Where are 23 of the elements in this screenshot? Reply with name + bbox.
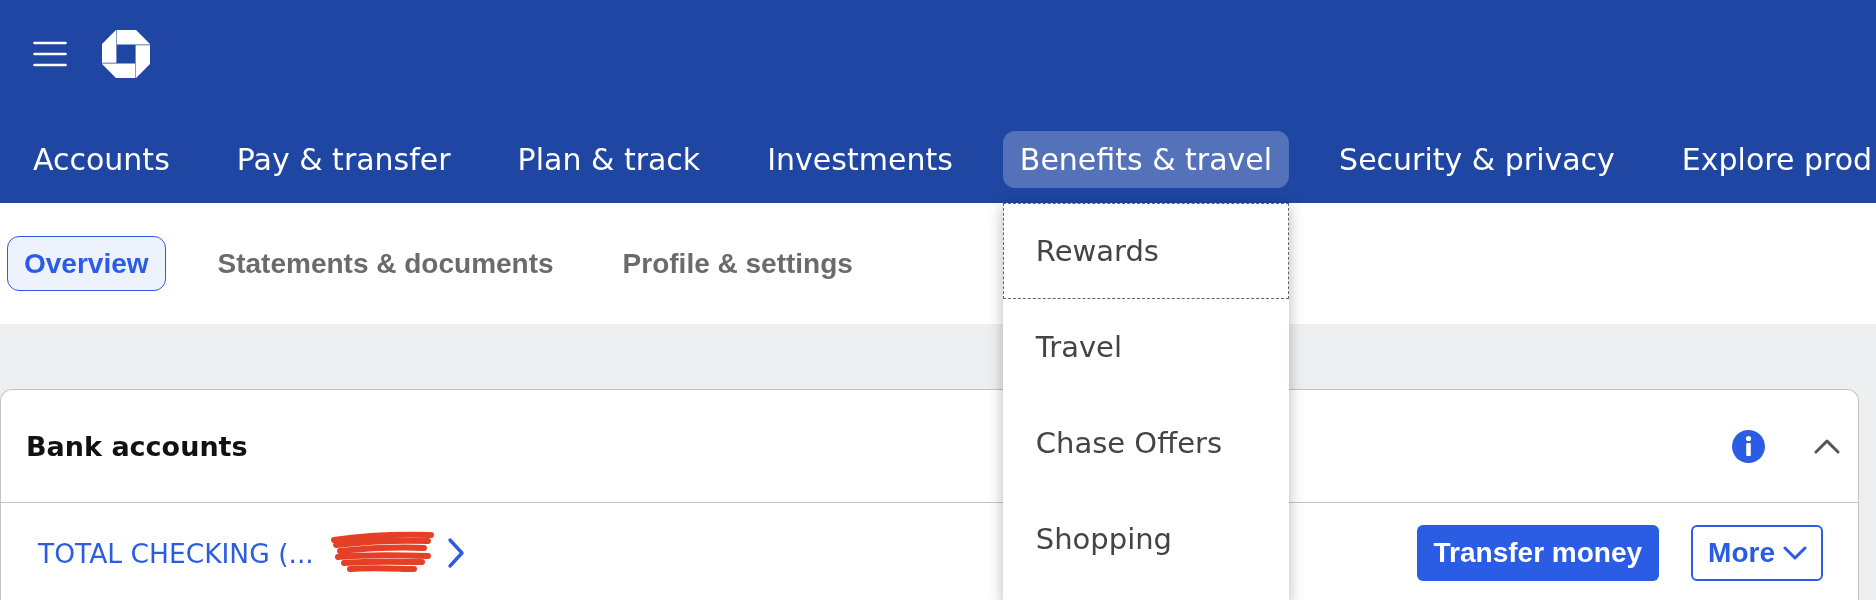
info-icon[interactable] [1732,429,1765,463]
nav-item[interactable]: Pay & transfer [219,131,468,188]
sub-tab[interactable]: Statements & documents [200,236,571,291]
menu-item[interactable]: Travel [1002,299,1290,395]
nav-item[interactable]: Investments [750,131,970,188]
sub-tab[interactable]: Profile & settings [605,236,870,291]
account-link[interactable]: TOTAL CHECKING (... [38,537,314,569]
menu-item[interactable]: Shopping [1002,491,1290,587]
menu-item[interactable]: Rewards [1002,203,1290,299]
nav-item[interactable]: Benefits & travel [1002,131,1290,188]
logo-icon[interactable] [102,30,150,78]
nav-item[interactable]: Security & privacy [1322,131,1632,188]
card-title: Bank accounts [26,430,248,462]
nav-item[interactable]: Accounts [16,131,187,188]
nav-item[interactable]: Explore prod [1664,131,1876,188]
chevron-down-icon [1783,546,1807,560]
chevron-right-icon[interactable] [446,537,465,569]
sub-tab[interactable]: Overview [7,236,166,291]
menu-icon[interactable] [33,41,67,67]
transfer-button[interactable]: Transfer money [1416,525,1660,581]
nav-item[interactable]: Plan & track [500,131,718,188]
menu-item[interactable]: Chase Offers [1002,395,1290,491]
more-button[interactable]: More [1691,525,1823,581]
